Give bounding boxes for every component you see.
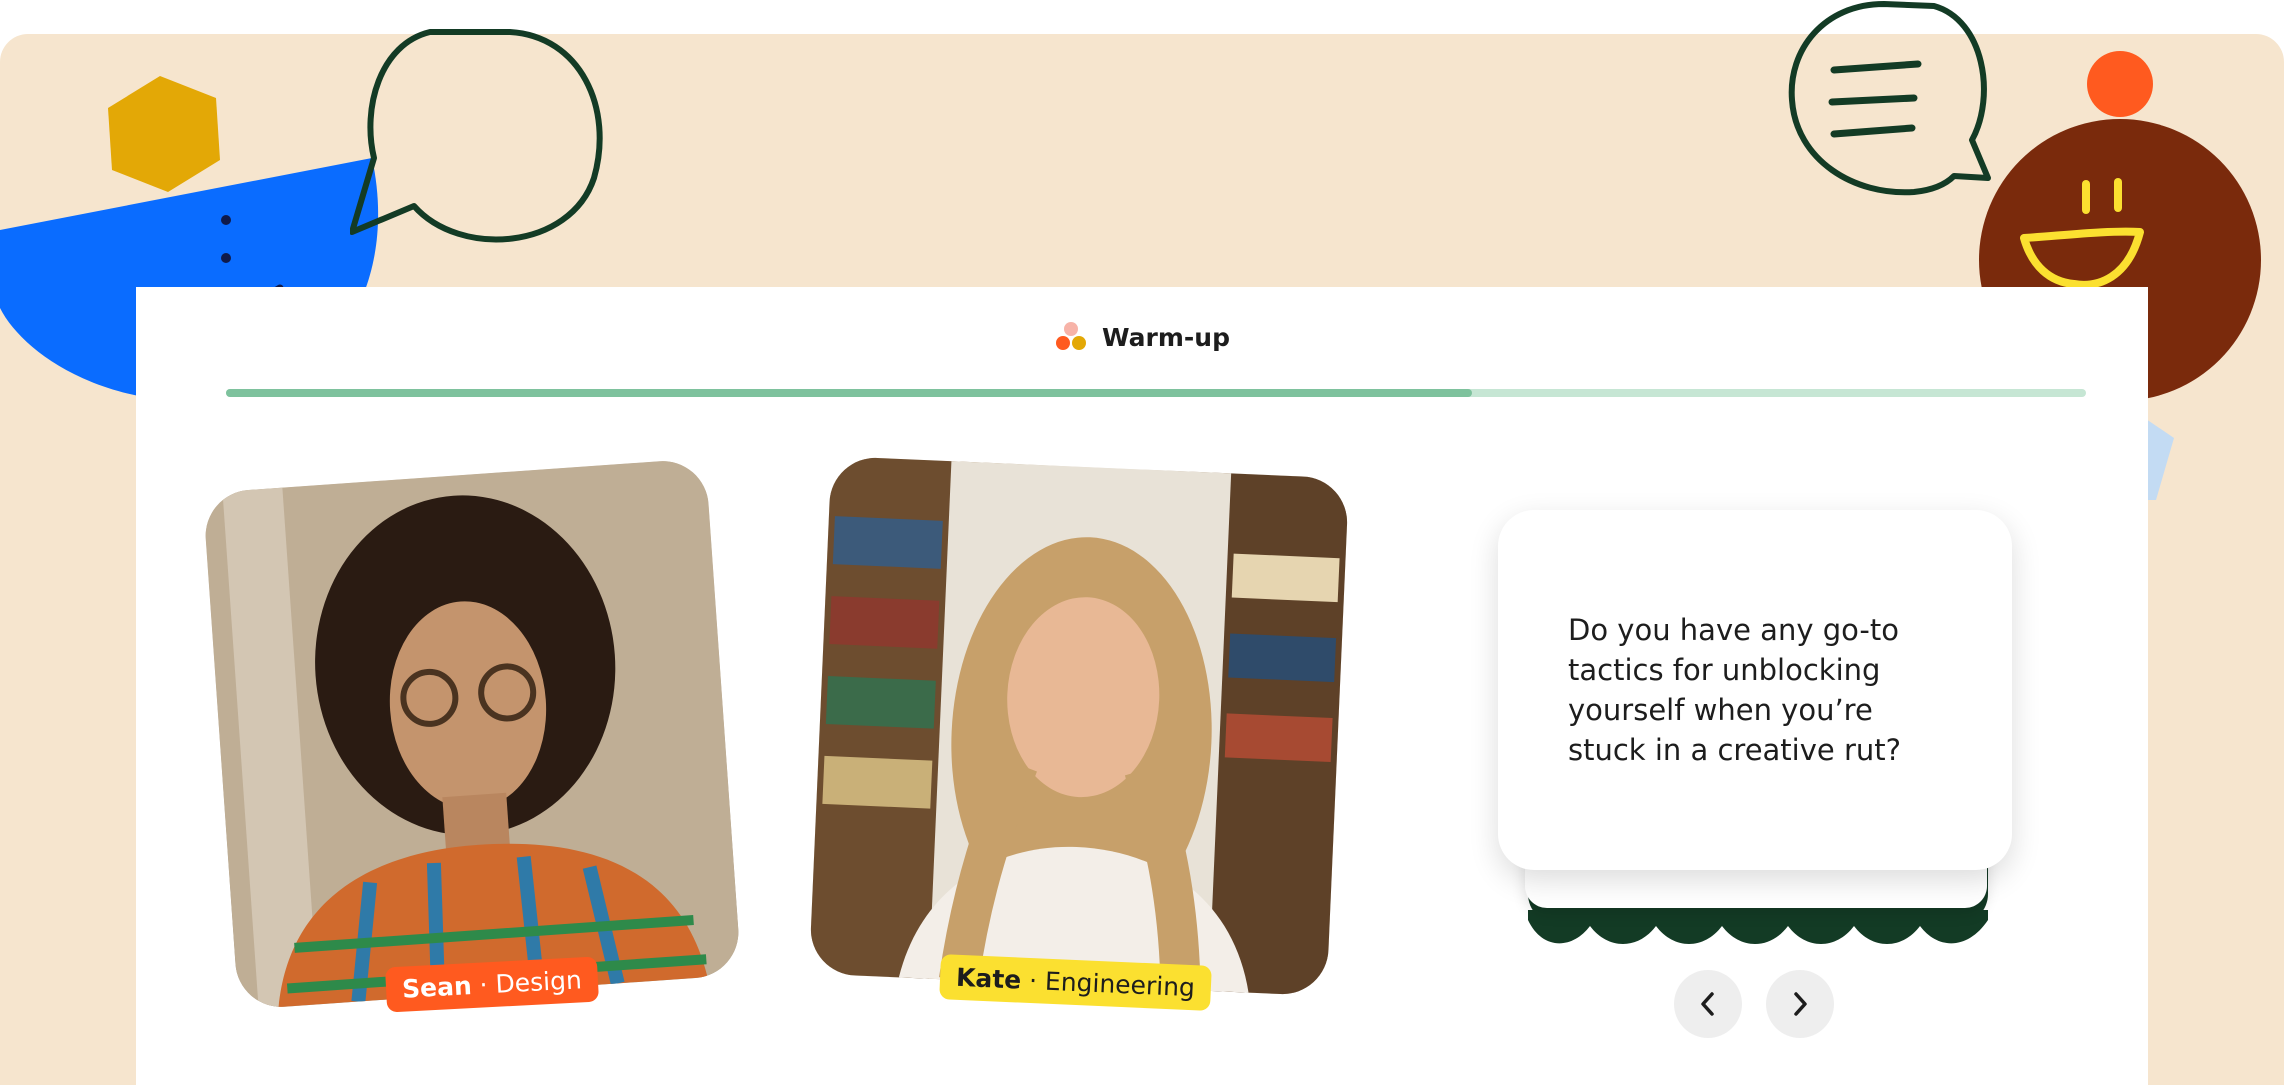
scalloped-edge-icon (1528, 910, 1988, 944)
empty-speech-bubble-icon (350, 29, 603, 243)
participant-role: Design (494, 965, 583, 999)
chevron-left-icon (1701, 992, 1714, 1016)
participant-separator: · (1028, 965, 1038, 996)
participant-separator: · (478, 970, 489, 1000)
question-card: Do you have any go-to tactics for unbloc… (1498, 510, 2012, 870)
participant-video-image (202, 458, 742, 1010)
progress-bar (226, 389, 2086, 397)
progress-fill (226, 389, 1473, 397)
text-speech-bubble-icon (1788, 1, 1991, 196)
session-title: Warm-up (1101, 322, 1230, 352)
three-dots-icon (1055, 322, 1086, 350)
orange-dot-icon (2087, 51, 2153, 117)
participant-name: Sean (401, 971, 473, 1004)
chevron-right-icon (1794, 992, 1807, 1016)
participant-name: Kate (955, 962, 1022, 995)
participant-role: Engineering (1044, 966, 1196, 1003)
question-text: Do you have any go-to tactics for unbloc… (1568, 613, 1902, 767)
video-tile-sean (202, 458, 742, 1010)
participant-video-image (808, 455, 1350, 997)
session-header: Warm-up (136, 287, 2148, 387)
next-question-button[interactable] (1766, 970, 1834, 1038)
previous-question-button[interactable] (1674, 970, 1742, 1038)
video-tile-kate (808, 455, 1350, 997)
